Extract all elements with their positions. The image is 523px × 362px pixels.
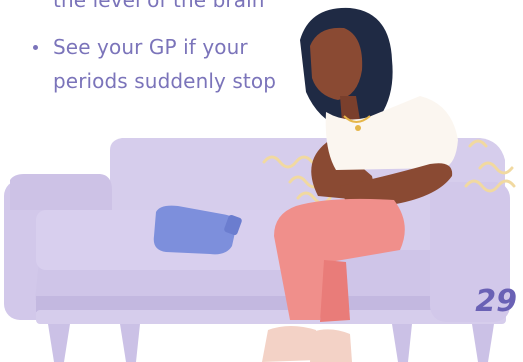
illustration: [4, 7, 516, 362]
page-number: 29: [475, 284, 517, 319]
